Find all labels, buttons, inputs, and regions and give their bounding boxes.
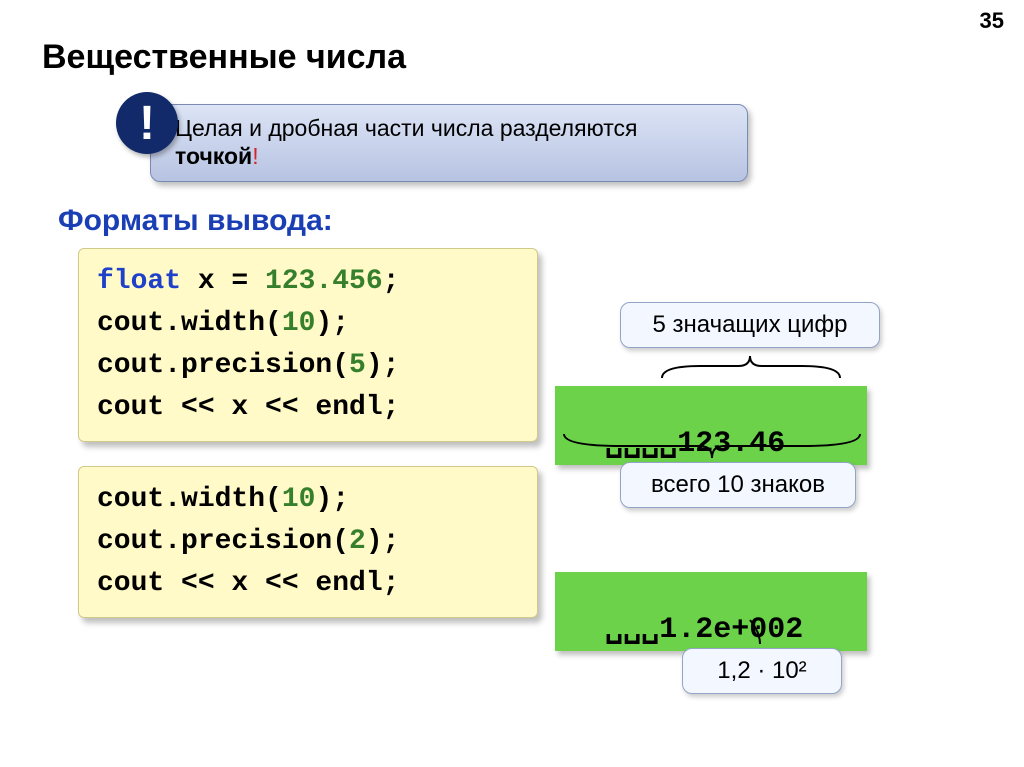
code-block-2: cout.width(10); cout.precision(2); cout … [78, 466, 538, 618]
info-note-before: Целая и дробная части числа разделяются [175, 115, 638, 141]
callout-total-chars: всего 10 знаков [620, 462, 856, 508]
output-2-spaces: ␣␣␣ [605, 613, 659, 647]
page-title: Вещественные числа [42, 38, 406, 77]
code1-line1: float x = 123.456; [97, 261, 519, 303]
info-note-highlight: точкой [175, 143, 252, 169]
code2-line2: cout.precision(2); [97, 521, 519, 563]
subheading: Форматы вывода: [58, 204, 333, 238]
callout-scientific: 1,2 · 10² [682, 648, 842, 694]
info-note: Целая и дробная части числа разделяются … [150, 104, 748, 182]
info-note-text: Целая и дробная части числа разделяются … [175, 115, 638, 170]
exclamation-icon: ! [116, 92, 178, 154]
output-2-value: 1.2e+002 [659, 613, 803, 647]
code1-line3: cout.precision(5); [97, 345, 519, 387]
output-2: ␣␣␣1.2e+002 [555, 572, 867, 651]
callout-significant-digits: 5 значащих цифр [620, 302, 880, 348]
brace-bottom-icon [562, 432, 862, 460]
code1-line2: cout.width(10); [97, 303, 519, 345]
brace-top-icon [660, 354, 842, 382]
code2-line3: cout << x << endl; [97, 563, 519, 605]
code-token-number: 123.456 [265, 266, 383, 297]
code2-line1: cout.width(10); [97, 479, 519, 521]
info-note-punct: ! [252, 143, 258, 169]
code-block-1: float x = 123.456; cout.width(10); cout.… [78, 248, 538, 442]
page-number: 35 [980, 8, 1004, 34]
code1-line4: cout << x << endl; [97, 387, 519, 429]
code-token-type: float [97, 266, 181, 297]
